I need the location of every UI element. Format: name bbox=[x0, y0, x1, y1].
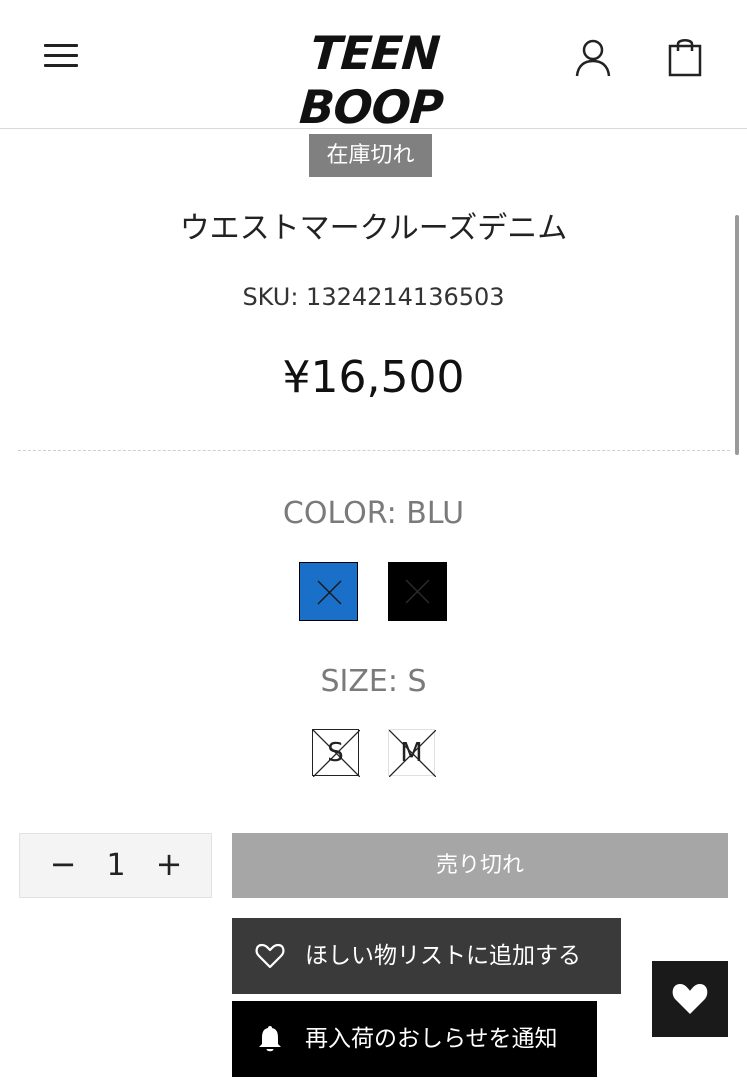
floating-wishlist-button[interactable] bbox=[652, 961, 728, 1037]
hamburger-menu-icon[interactable] bbox=[44, 42, 78, 68]
site-logo[interactable]: TEEN BOOP bbox=[232, 26, 514, 134]
color-label: COLOR: BLU bbox=[282, 496, 465, 531]
sold-out-cross-icon bbox=[313, 730, 360, 777]
bell-icon bbox=[259, 1026, 281, 1052]
product-title: ウエストマークルーズデニム bbox=[179, 211, 568, 246]
color-swatch-blk[interactable] bbox=[388, 562, 447, 621]
section-divider bbox=[18, 450, 730, 451]
scrollbar[interactable] bbox=[735, 215, 739, 455]
sold-out-cross-icon bbox=[389, 730, 436, 777]
color-swatch-blu[interactable] bbox=[299, 562, 358, 621]
quantity-increase-button[interactable]: + bbox=[144, 834, 194, 897]
add-to-wishlist-button[interactable]: ほしい物リストに追加する bbox=[232, 918, 621, 994]
heart-outline-icon bbox=[255, 943, 285, 969]
quantity-decrease-button[interactable]: − bbox=[38, 834, 88, 897]
product-sku: SKU: 1324214136503 bbox=[242, 283, 505, 311]
shopping-bag-icon[interactable] bbox=[664, 36, 706, 78]
stock-status-badge: 在庫切れ bbox=[309, 134, 432, 177]
wishlist-button-label: ほしい物リストに追加する bbox=[305, 943, 581, 969]
sold-out-button: 売り切れ bbox=[232, 833, 728, 898]
heart-filled-icon bbox=[672, 984, 708, 1014]
size-option-s[interactable]: S bbox=[312, 729, 360, 777]
product-price: ¥16,500 bbox=[282, 352, 465, 403]
size-option-m[interactable]: M bbox=[388, 729, 436, 777]
sold-out-cross-icon bbox=[317, 580, 342, 605]
notify-button-label: 再入荷のおしらせを通知 bbox=[305, 1026, 558, 1052]
user-icon[interactable] bbox=[572, 36, 614, 78]
size-label: SIZE: S bbox=[320, 664, 427, 699]
restock-notify-button[interactable]: 再入荷のおしらせを通知 bbox=[232, 1001, 597, 1077]
quantity-value[interactable]: 1 bbox=[92, 834, 140, 897]
sold-out-cross-icon bbox=[405, 579, 430, 604]
quantity-stepper: − 1 + bbox=[19, 833, 212, 898]
site-header: TEEN BOOP bbox=[0, 0, 747, 134]
